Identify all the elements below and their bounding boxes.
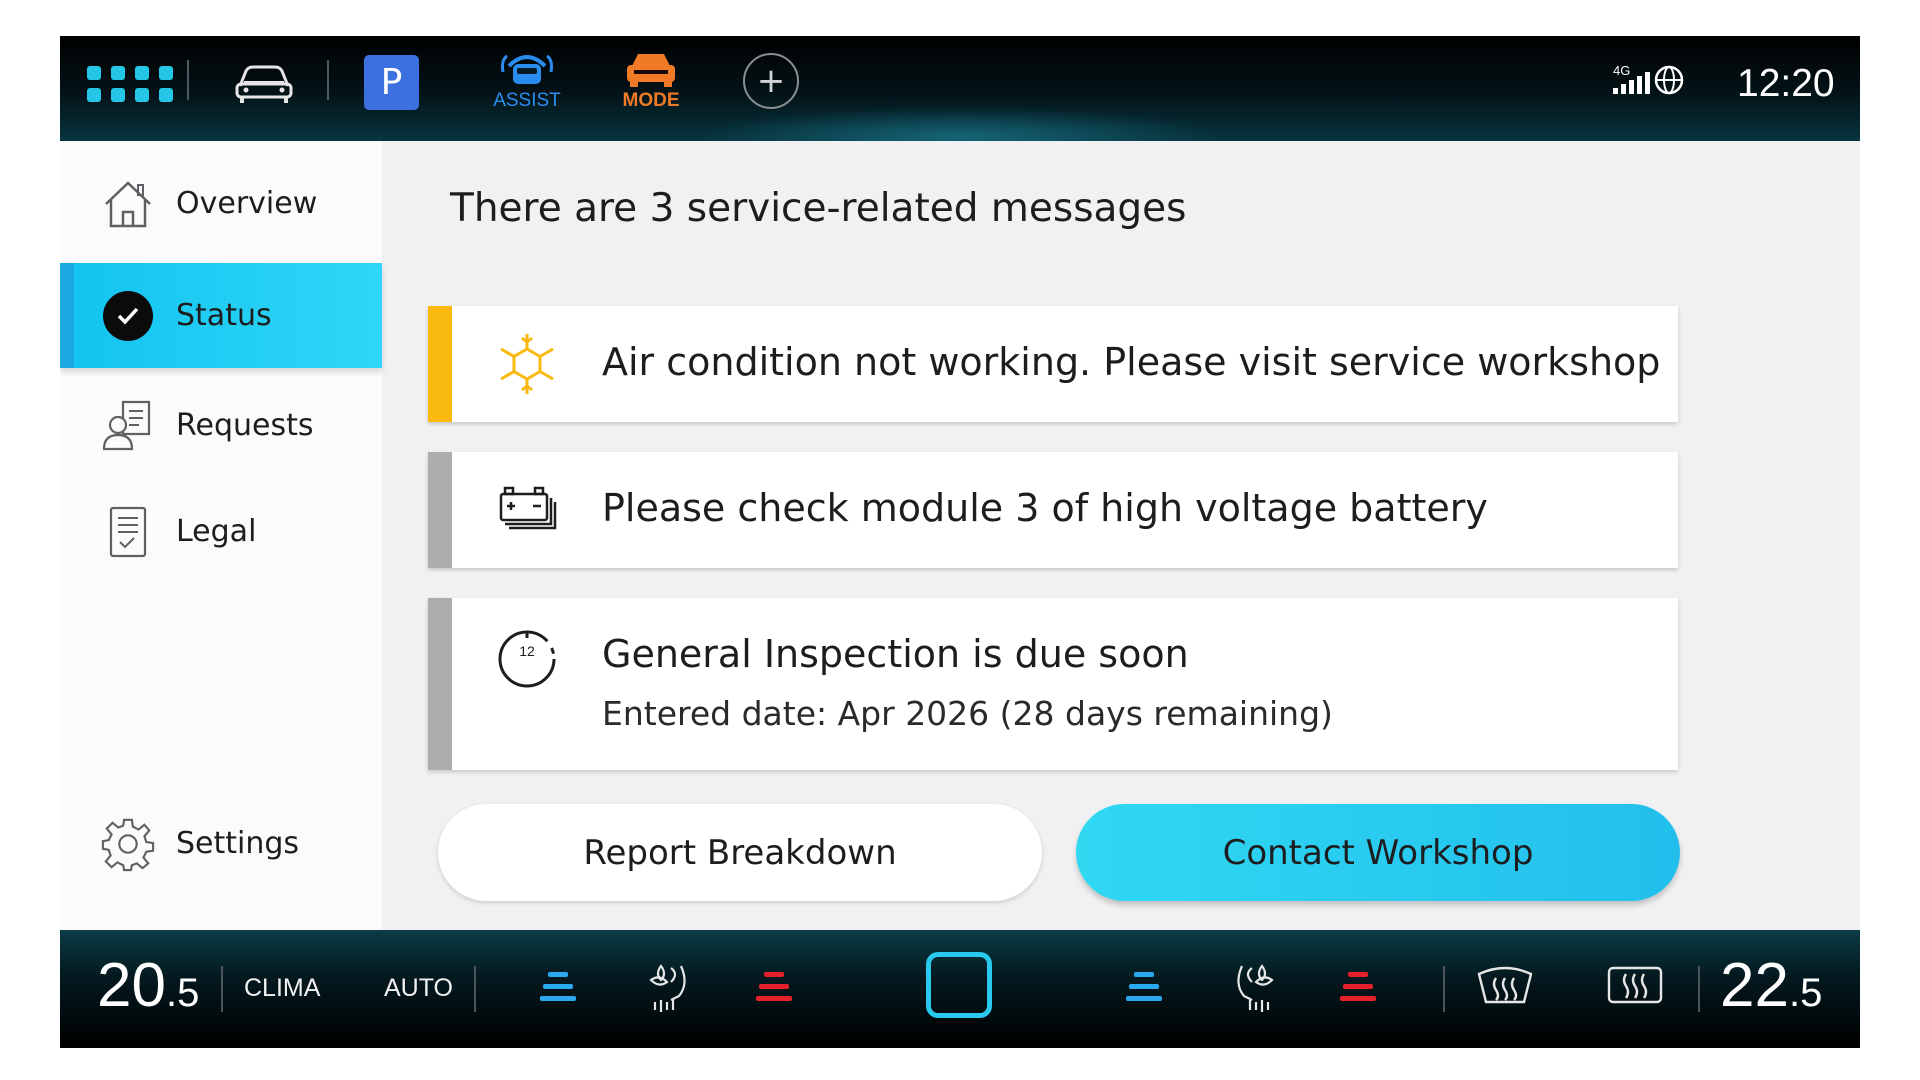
right-temperature[interactable]: 22.5: [1720, 950, 1822, 1021]
sidebar-item-label: Status: [176, 298, 272, 333]
add-button[interactable]: +: [743, 53, 799, 109]
parking-button[interactable]: P: [364, 55, 419, 110]
gear-icon: [100, 816, 156, 872]
sidebar-item-settings[interactable]: Settings: [60, 791, 382, 896]
left-temperature[interactable]: 20.5: [97, 950, 199, 1021]
sidebar-item-label: Legal: [176, 514, 257, 549]
divider: [187, 60, 189, 100]
mode-button[interactable]: MODE: [613, 50, 689, 112]
left-temp-decimal: .5: [165, 971, 200, 1015]
snowflake-sun-icon: [492, 329, 562, 399]
apps-grid-icon[interactable]: [87, 66, 173, 102]
seat-heat-right-icon[interactable]: [1338, 970, 1378, 1010]
sidebar-item-status[interactable]: Status: [60, 263, 382, 368]
globe-icon: [1654, 65, 1684, 95]
clock-icon: 12: [492, 623, 562, 693]
network-label: 4G: [1613, 63, 1630, 78]
rear-defrost-icon[interactable]: [1606, 964, 1664, 1012]
assist-label: ASSIST: [493, 90, 561, 111]
message-accent-bar: [428, 452, 452, 568]
divider: [474, 966, 476, 1012]
clima-button[interactable]: CLIMA: [244, 974, 320, 1003]
content-area: There are 3 service-related messages Air…: [382, 141, 1860, 930]
message-title: Please check module 3 of high voltage ba…: [602, 486, 1488, 530]
service-message[interactable]: Air condition not working. Please visit …: [428, 306, 1678, 422]
document-check-icon: [100, 504, 156, 560]
message-title: General Inspection is due soon: [602, 632, 1189, 676]
battery-icon: [492, 474, 562, 544]
home-icon: [100, 176, 156, 232]
person-document-icon: [100, 398, 156, 454]
top-status-bar: P ASSIST MODE + 4G 12:20: [60, 36, 1860, 166]
seat-ventilation-right-icon[interactable]: [1226, 960, 1282, 1020]
auto-button[interactable]: AUTO: [384, 974, 453, 1003]
divider: [1698, 966, 1700, 1012]
seat-cool-left-icon[interactable]: [538, 970, 578, 1010]
message-subtitle: Entered date: Apr 2026 (28 days remainin…: [602, 694, 1333, 733]
sidebar-item-label: Overview: [176, 186, 318, 221]
main-panel: Overview Status Requests Legal Settings …: [60, 141, 1860, 930]
contact-workshop-button[interactable]: Contact Workshop: [1076, 804, 1680, 901]
car-icon[interactable]: [234, 62, 294, 110]
seat-cool-right-icon[interactable]: [1124, 970, 1164, 1010]
sidebar-item-requests[interactable]: Requests: [60, 373, 382, 478]
right-temp-decimal: .5: [1788, 971, 1823, 1015]
divider: [221, 966, 223, 1012]
page-title: There are 3 service-related messages: [450, 186, 1187, 231]
right-temp-integer: 22: [1720, 951, 1789, 1020]
seat-ventilation-left-icon[interactable]: [641, 960, 697, 1020]
signal-status: 4G: [1613, 62, 1693, 106]
sidebar: Overview Status Requests Legal Settings: [60, 141, 382, 930]
sidebar-item-legal[interactable]: Legal: [60, 479, 382, 584]
message-accent-bar: [428, 598, 452, 770]
message-title: Air condition not working. Please visit …: [602, 340, 1661, 384]
sidebar-item-label: Requests: [176, 408, 314, 443]
signal-icon: 4G: [1613, 63, 1684, 95]
divider: [1443, 966, 1445, 1012]
clock: 12:20: [1737, 62, 1835, 105]
check-circle-icon: [100, 288, 156, 344]
climate-bar: 20.5 CLIMA AUTO 22.5: [60, 930, 1860, 1048]
sidebar-item-overview[interactable]: Overview: [60, 151, 382, 256]
mode-label: MODE: [622, 90, 680, 111]
seat-heat-left-icon[interactable]: [754, 970, 794, 1010]
service-message[interactable]: 12 General Inspection is due soon Entere…: [428, 598, 1678, 770]
report-breakdown-button[interactable]: Report Breakdown: [438, 804, 1042, 901]
divider: [327, 60, 329, 100]
mode-icon: [627, 54, 675, 87]
message-accent-bar: [428, 306, 452, 422]
assist-icon: [501, 54, 553, 84]
clock-number: 12: [519, 643, 535, 659]
home-button[interactable]: [926, 952, 992, 1018]
settings-label: Settings: [176, 826, 300, 861]
service-message[interactable]: Please check module 3 of high voltage ba…: [428, 452, 1678, 568]
infotainment-screen: P ASSIST MODE + 4G 12:20 Overview Status…: [60, 36, 1860, 1048]
front-defrost-icon[interactable]: [1476, 964, 1534, 1012]
assist-button[interactable]: ASSIST: [484, 50, 570, 112]
left-temp-integer: 20: [97, 951, 166, 1020]
